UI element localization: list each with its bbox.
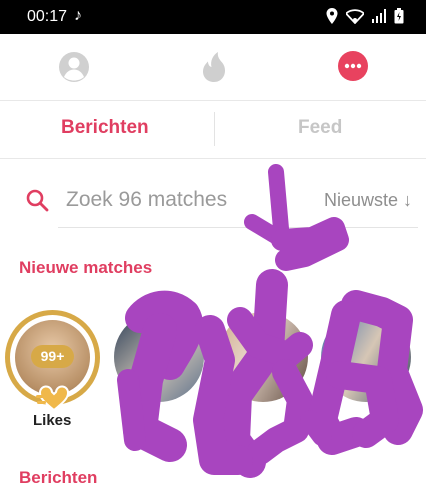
- messages-section-title: Berichten: [19, 468, 98, 487]
- scribble-overlay: [117, 164, 423, 478]
